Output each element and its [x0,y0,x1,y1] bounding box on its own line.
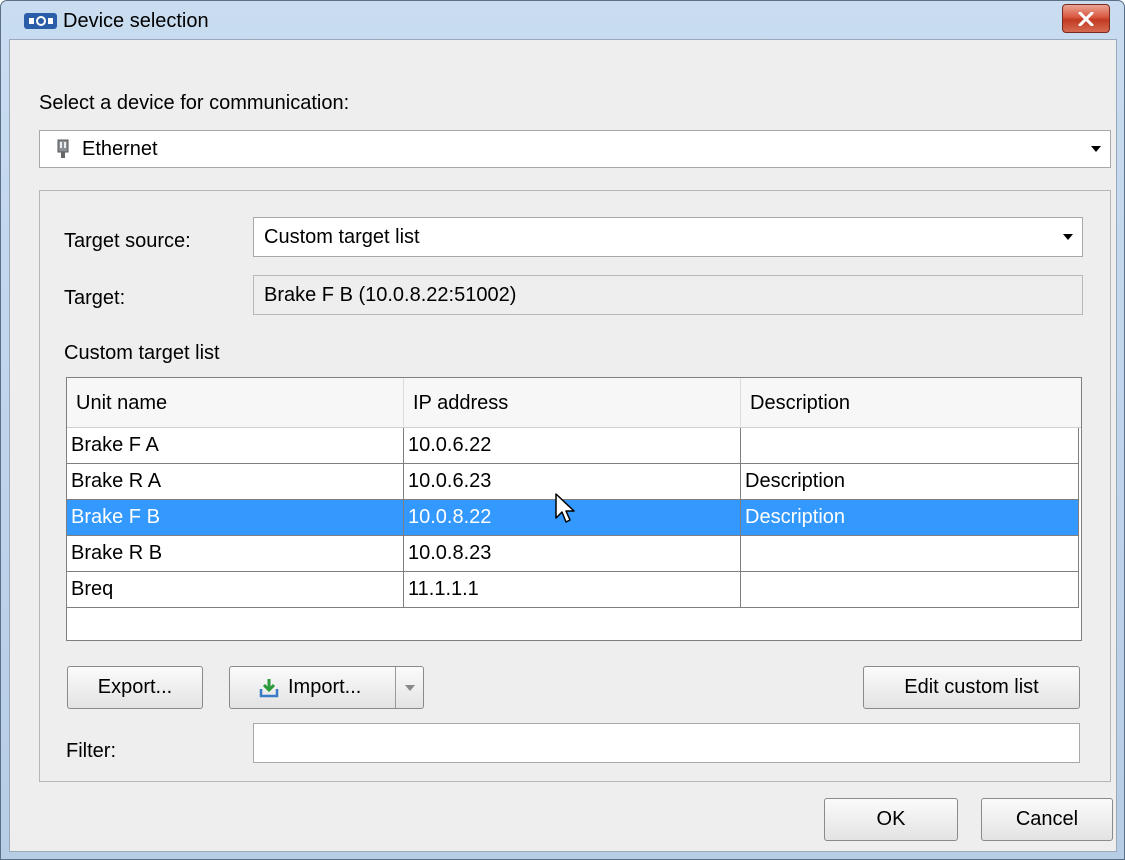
edit-custom-list-button[interactable]: Edit custom list [863,666,1080,709]
window-title: Device selection [63,10,209,32]
device-selected-value: Ethernet [82,137,158,160]
filter-input[interactable] [253,723,1080,763]
import-dropdown-toggle[interactable] [395,667,423,708]
import-split-button[interactable]: Import... [229,666,424,709]
cell-unit-name: Brake F B [67,500,404,536]
cell-description [741,428,1079,464]
cell-unit-name: Brake F A [67,428,404,464]
cancel-button[interactable]: Cancel [981,798,1113,841]
table-row[interactable]: Brake R B 10.0.8.23 [67,536,1079,572]
device-selection-dialog: Device selection Select a device for com… [0,0,1125,860]
column-header-unit-name[interactable]: Unit name [67,378,404,428]
import-button-label: Import... [288,676,362,698]
dialog-body: Select a device for communication: Ether… [9,39,1117,852]
target-source-label: Target source: [64,230,191,252]
cell-unit-name: Brake R B [67,536,404,572]
target-value-field: Brake F B (10.0.8.22:51002) [253,275,1083,315]
table-row[interactable]: Brake F A 10.0.6.22 [67,428,1079,464]
table-row[interactable]: Breq 11.1.1.1 [67,572,1079,608]
column-header-ip-address[interactable]: IP address [404,378,741,428]
cell-unit-name: Brake R A [67,464,404,500]
close-icon [1078,11,1094,26]
mouse-pointer-icon [555,493,575,523]
cell-description: Description [741,500,1079,536]
target-value: Brake F B (10.0.8.22:51002) [264,283,517,306]
export-button[interactable]: Export... [67,666,203,709]
table-header: Unit name IP address Description [67,378,1081,428]
chevron-down-icon[interactable] [1082,145,1110,153]
cell-description [741,572,1079,608]
device-prompt: Select a device for communication: [39,92,350,114]
title-bar[interactable]: Device selection [1,1,1124,43]
filter-label: Filter: [66,740,116,762]
cell-description: Description [741,464,1079,500]
target-source-combobox[interactable]: Custom target list [253,217,1083,257]
app-logo-icon [24,13,57,29]
export-button-label: Export... [97,676,173,698]
cell-unit-name: Breq [67,572,404,608]
cell-ip-address: 10.0.6.22 [404,428,741,464]
ethernet-plug-icon [56,139,70,159]
download-arrow-icon [258,677,280,699]
close-button[interactable] [1062,4,1110,33]
column-header-description[interactable]: Description [741,378,1079,428]
cell-description [741,536,1079,572]
chevron-down-icon[interactable] [1054,233,1082,241]
chevron-down-icon [404,684,415,691]
cancel-button-label: Cancel [1015,808,1079,830]
target-source-value: Custom target list [264,225,420,248]
ok-button[interactable]: OK [824,798,958,841]
custom-list-label: Custom target list [64,342,220,364]
cell-ip-address: 11.1.1.1 [404,572,741,608]
target-label: Target: [64,287,126,309]
device-combobox[interactable]: Ethernet [39,130,1111,168]
cell-ip-address: 10.0.8.23 [404,536,741,572]
target-group: Target source: Custom target list Target… [39,190,1111,782]
ok-button-label: OK [876,808,906,830]
edit-button-label: Edit custom list [904,676,1039,698]
